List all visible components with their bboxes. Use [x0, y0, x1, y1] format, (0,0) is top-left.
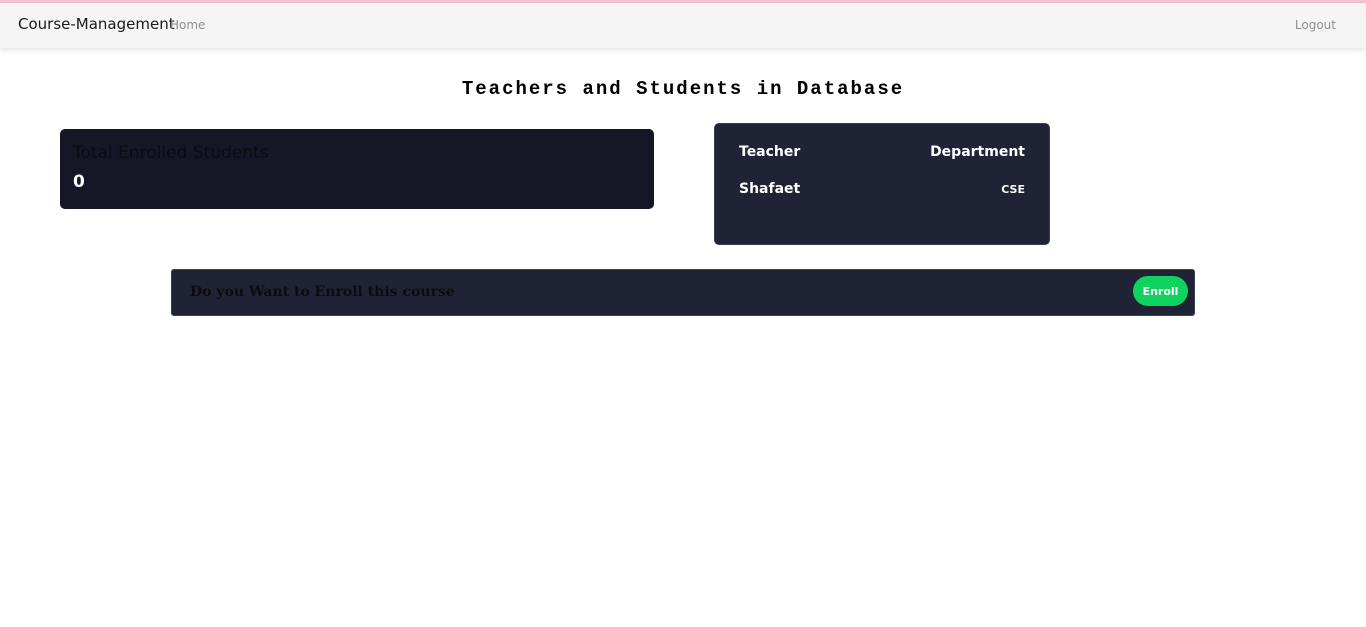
teacher-name: Shafaet	[739, 181, 801, 197]
enroll-button[interactable]: Enroll	[1133, 276, 1188, 306]
teacher-column-header: Teacher	[739, 144, 801, 160]
page-title: Teachers and Students in Database	[461, 78, 905, 100]
enrolled-students-count: 0	[73, 172, 85, 192]
brand-link[interactable]: Course-Management	[18, 15, 175, 33]
nav-home-link[interactable]: Home	[170, 18, 205, 32]
table-row: Shafaet CSE	[739, 181, 1025, 197]
enrolled-students-card: Total Enrolled Students 0	[60, 129, 654, 209]
enrolled-students-label: Total Enrolled Students	[73, 143, 269, 163]
teacher-table-header: Teacher Department	[739, 144, 1025, 160]
enroll-prompt-text: Do you Want to Enroll this course	[190, 284, 455, 300]
teacher-table: Teacher Department Shafaet CSE	[714, 123, 1050, 245]
logout-link[interactable]: Logout	[1295, 18, 1336, 32]
enroll-prompt-bar: Do you Want to Enroll this course Enroll	[171, 269, 1195, 316]
teacher-department: CSE	[1001, 182, 1025, 196]
navbar: Course-Management Home Logout	[0, 3, 1366, 48]
department-column-header: Department	[930, 144, 1025, 160]
